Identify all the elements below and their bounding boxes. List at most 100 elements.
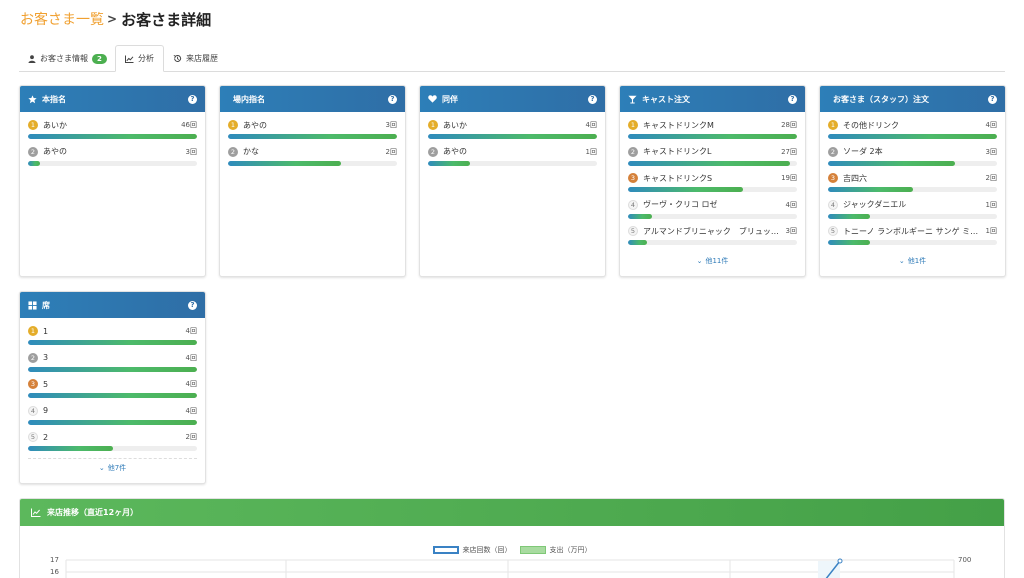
item-name: あやの bbox=[43, 147, 67, 156]
rank-badge: 2 bbox=[828, 146, 838, 157]
card-seat: 席 ? 1 1 4回 2 3 4回 3 5 4回 4 9 4回 5 2 2回 ⌄… bbox=[19, 291, 206, 484]
list-item: 1 あいか 4回 bbox=[428, 119, 597, 146]
progress-bar bbox=[28, 446, 197, 451]
show-more-link[interactable]: ⌄ 他11件 bbox=[620, 252, 805, 270]
tab-visit-history[interactable]: 来店履歴 bbox=[164, 45, 227, 72]
show-more-link[interactable]: ⌄ 他1件 bbox=[820, 252, 1005, 270]
rank-badge: 4 bbox=[828, 199, 838, 210]
item-name: ジャックダニエル bbox=[843, 200, 907, 209]
list-item: 2 あやの 3回 bbox=[28, 146, 197, 173]
item-count: 3回 bbox=[185, 147, 197, 156]
item-count: 27回 bbox=[781, 147, 797, 156]
tab-customer-info[interactable]: お客さま情報 2 bbox=[19, 45, 116, 72]
rank-badge: 5 bbox=[628, 226, 638, 236]
card-title: キャスト注文 bbox=[642, 94, 690, 104]
tab-analysis[interactable]: 分析 bbox=[115, 45, 164, 72]
item-name: 3 bbox=[43, 353, 49, 362]
progress-bar bbox=[628, 187, 797, 192]
chevron-down-icon: ⌄ bbox=[898, 256, 905, 265]
show-more-link[interactable]: ⌄ 他7件 bbox=[20, 459, 205, 477]
ranking-list: 1 あやの 3回 2 かな 2回 bbox=[220, 112, 405, 172]
ranking-list: 1 あいか 46回 2 あやの 3回 bbox=[20, 112, 205, 172]
item-count: 28回 bbox=[781, 121, 797, 129]
progress-bar bbox=[28, 134, 197, 139]
progress-bar bbox=[28, 366, 197, 372]
tab-bar: お客さま情報 2 分析 来店履歴 bbox=[19, 45, 1005, 72]
item-name: 1 bbox=[43, 326, 49, 336]
rank-badge: 2 bbox=[428, 146, 438, 157]
list-item: 2 キャストドリンクL 27回 bbox=[628, 146, 797, 173]
card-title: 本指名 bbox=[42, 94, 66, 104]
item-count: 3回 bbox=[385, 121, 397, 129]
help-icon[interactable]: ? bbox=[988, 94, 997, 104]
breadcrumb-customer-list-link[interactable]: お客さま一覧 bbox=[20, 9, 104, 29]
item-name: あやの bbox=[443, 147, 467, 156]
rank-badge: 1 bbox=[28, 120, 38, 130]
show-more-label: 他1件 bbox=[907, 256, 927, 265]
show-more-label: 他7件 bbox=[107, 463, 127, 472]
item-name: あいか bbox=[443, 120, 467, 130]
progress-bar bbox=[28, 340, 197, 345]
list-item: 2 かな 2回 bbox=[228, 146, 397, 173]
chevron-down-icon: ⌄ bbox=[696, 256, 703, 265]
progress-bar bbox=[628, 160, 797, 166]
item-name: ヴーヴ・クリコ ロゼ bbox=[643, 200, 718, 209]
item-count: 4回 bbox=[585, 121, 597, 129]
progress-bar bbox=[828, 213, 997, 219]
help-icon[interactable]: ? bbox=[588, 94, 597, 104]
rank-badge: 4 bbox=[28, 405, 38, 416]
item-count: 46回 bbox=[181, 121, 197, 129]
help-icon[interactable]: ? bbox=[188, 94, 197, 104]
help-icon[interactable]: ? bbox=[188, 300, 197, 310]
item-count: 19回 bbox=[781, 174, 797, 182]
card-guest-order: お客さま（スタッフ）注文 ? 1 その他ドリンク 4回 2 ソーダ 2本 3回 … bbox=[819, 85, 1006, 277]
visit-trend-card: 来店推移（直近12ヶ月） 来店回数（回） 支出（万円） 17 16 700 bbox=[19, 498, 1005, 578]
chevron-down-icon: ⌄ bbox=[98, 463, 105, 472]
help-icon[interactable]: ? bbox=[788, 94, 797, 104]
rank-badge: 5 bbox=[828, 226, 838, 236]
item-count: 4回 bbox=[185, 380, 197, 388]
list-item: 4 9 4回 bbox=[28, 405, 197, 432]
ranking-list: 1 1 4回 2 3 4回 3 5 4回 4 9 4回 5 2 2回 bbox=[20, 318, 205, 458]
rank-badge: 3 bbox=[28, 379, 38, 389]
rank-badge: 2 bbox=[28, 146, 38, 157]
progress-bar bbox=[628, 134, 797, 139]
rank-badge: 2 bbox=[228, 146, 238, 157]
card-title: お客さま（スタッフ）注文 bbox=[833, 94, 929, 104]
help-icon[interactable]: ? bbox=[388, 94, 397, 104]
item-name: 2 bbox=[43, 432, 49, 442]
rank-badge: 1 bbox=[228, 120, 238, 130]
item-name: キャストドリンクS bbox=[643, 173, 713, 183]
list-item: 1 キャストドリンクM 28回 bbox=[628, 119, 797, 146]
item-count: 1回 bbox=[585, 147, 597, 156]
tab-customer-info-label: お客さま情報 bbox=[40, 54, 88, 63]
item-count: 1回 bbox=[985, 200, 997, 209]
progress-bar bbox=[828, 160, 997, 166]
card-honshimei: 本指名 ? 1 あいか 46回 2 あやの 3回 bbox=[19, 85, 206, 277]
page-title: お客さま詳細 bbox=[121, 10, 212, 29]
card-title: 場内指名 bbox=[233, 94, 265, 104]
rank-badge: 2 bbox=[28, 352, 38, 363]
item-name: あいか bbox=[43, 120, 67, 130]
progress-bar bbox=[828, 240, 997, 245]
breadcrumb: お客さま一覧 > お客さま詳細 bbox=[20, 9, 211, 29]
list-item: 1 その他ドリンク 4回 bbox=[828, 119, 997, 146]
card-cast-order-header: キャスト注文 ? bbox=[620, 86, 805, 112]
line-chart-icon bbox=[125, 55, 134, 63]
list-item: 5 2 2回 bbox=[28, 431, 197, 458]
item-name: キャストドリンクL bbox=[643, 147, 712, 156]
breadcrumb-separator: > bbox=[107, 12, 118, 26]
card-douhan: 同伴 ? 1 あいか 4回 2 あやの 1回 bbox=[419, 85, 606, 277]
card-cast-order: キャスト注文 ? 1 キャストドリンクM 28回 2 キャストドリンクL 27回… bbox=[619, 85, 806, 277]
card-guest-order-header: お客さま（スタッフ）注文 ? bbox=[820, 86, 1005, 112]
progress-bar bbox=[828, 187, 997, 192]
star-icon bbox=[28, 94, 37, 104]
item-name: その他ドリンク bbox=[843, 120, 899, 130]
card-jonai-shimei: 場内指名 ? 1 あやの 3回 2 かな 2回 bbox=[219, 85, 406, 277]
list-item: 3 キャストドリンクS 19回 bbox=[628, 172, 797, 199]
rank-badge: 5 bbox=[28, 432, 38, 442]
list-item: 3 吉四六 2回 bbox=[828, 172, 997, 199]
ranking-list: 1 その他ドリンク 4回 2 ソーダ 2本 3回 3 吉四六 2回 4 ジャック… bbox=[820, 112, 1005, 252]
progress-bar bbox=[28, 393, 197, 398]
card-douhan-header: 同伴 ? bbox=[420, 86, 605, 112]
